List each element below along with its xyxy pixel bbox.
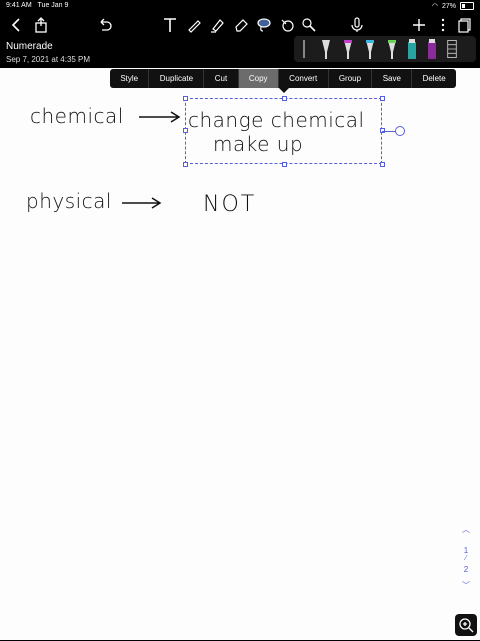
top-toolbar bbox=[0, 12, 480, 38]
handwriting-chemical: chemical bbox=[30, 104, 124, 128]
arrow-physical bbox=[122, 197, 162, 209]
share-icon[interactable] bbox=[32, 16, 50, 34]
undo-icon[interactable] bbox=[96, 16, 114, 34]
handwriting-physical: physical bbox=[26, 189, 112, 213]
pen-cyan-icon[interactable] bbox=[364, 38, 376, 60]
resize-handle-br[interactable] bbox=[380, 162, 385, 167]
arrow-chemical bbox=[139, 111, 181, 123]
pen-white-icon[interactable] bbox=[320, 38, 332, 60]
page-current: 1 bbox=[463, 546, 469, 555]
text-tool-icon[interactable] bbox=[161, 16, 179, 34]
ruler-icon[interactable] bbox=[446, 38, 458, 60]
pen-black-icon[interactable] bbox=[298, 38, 310, 60]
resize-handle-ml[interactable] bbox=[183, 128, 188, 133]
resize-handle-tl[interactable] bbox=[183, 96, 188, 101]
pen-pink-icon[interactable] bbox=[342, 38, 354, 60]
eraser-icon[interactable] bbox=[232, 16, 250, 34]
back-icon[interactable] bbox=[8, 16, 26, 34]
menu-pointer bbox=[279, 88, 289, 93]
resize-handle-tm[interactable] bbox=[282, 96, 287, 101]
menu-cut[interactable]: Cut bbox=[204, 69, 239, 88]
image-icon[interactable] bbox=[278, 16, 296, 34]
resize-handle-bl[interactable] bbox=[183, 162, 188, 167]
pages-icon[interactable] bbox=[456, 16, 474, 34]
note-date: Sep 7, 2021 at 4:35 PM bbox=[6, 55, 91, 64]
add-icon[interactable] bbox=[410, 16, 428, 34]
menu-convert[interactable]: Convert bbox=[279, 69, 329, 88]
menu-group[interactable]: Group bbox=[329, 69, 373, 88]
resize-handle-tr[interactable] bbox=[380, 96, 385, 101]
menu-copy[interactable]: Copy bbox=[238, 69, 279, 88]
note-title[interactable]: Numerade bbox=[6, 41, 53, 52]
selection-context-menu: Style Duplicate Cut Copy Convert Group S… bbox=[110, 69, 456, 88]
lasso-icon[interactable] bbox=[255, 16, 273, 34]
page-indicator: ︿ 1 ⁄ 2 ﹀ bbox=[456, 524, 476, 594]
status-bar: 9:41 AM Tue Jan 9 ◠ 27% bbox=[0, 0, 480, 12]
status-right: ◠ 27% bbox=[432, 2, 474, 10]
lasso-selection-box[interactable] bbox=[185, 98, 382, 164]
wifi-icon: ◠ bbox=[431, 3, 438, 10]
highlighter-icon[interactable] bbox=[208, 16, 226, 34]
page-divider: ⁄ bbox=[465, 555, 467, 562]
page-up-icon[interactable]: ︿ bbox=[456, 524, 476, 538]
zoom-button[interactable] bbox=[455, 614, 477, 636]
menu-style[interactable]: Style bbox=[110, 69, 150, 88]
marker-teal-icon[interactable] bbox=[406, 38, 418, 60]
status-time: 9:41 AM Tue Jan 9 bbox=[6, 2, 69, 9]
rotate-handle-icon[interactable] bbox=[395, 126, 405, 136]
pen-green-icon[interactable] bbox=[386, 38, 398, 60]
page-down-icon[interactable]: ﹀ bbox=[456, 580, 476, 591]
battery-percent: 27% bbox=[441, 2, 456, 10]
rotate-connector bbox=[382, 131, 395, 132]
zoom-in-icon bbox=[459, 618, 474, 633]
menu-save[interactable]: Save bbox=[372, 69, 413, 88]
handwriting-not: NOT bbox=[203, 192, 257, 217]
microphone-icon[interactable] bbox=[348, 16, 366, 34]
marker-purple-icon[interactable] bbox=[426, 38, 438, 60]
pen-palette bbox=[294, 36, 476, 62]
page-total: 2 bbox=[463, 565, 469, 574]
shape-icon[interactable] bbox=[300, 16, 318, 34]
menu-duplicate[interactable]: Duplicate bbox=[149, 69, 205, 88]
more-icon[interactable] bbox=[434, 16, 452, 34]
menu-delete[interactable]: Delete bbox=[412, 69, 456, 88]
resize-handle-bm[interactable] bbox=[282, 162, 287, 167]
pen-tool-icon[interactable] bbox=[185, 16, 203, 34]
battery-icon bbox=[460, 2, 474, 10]
